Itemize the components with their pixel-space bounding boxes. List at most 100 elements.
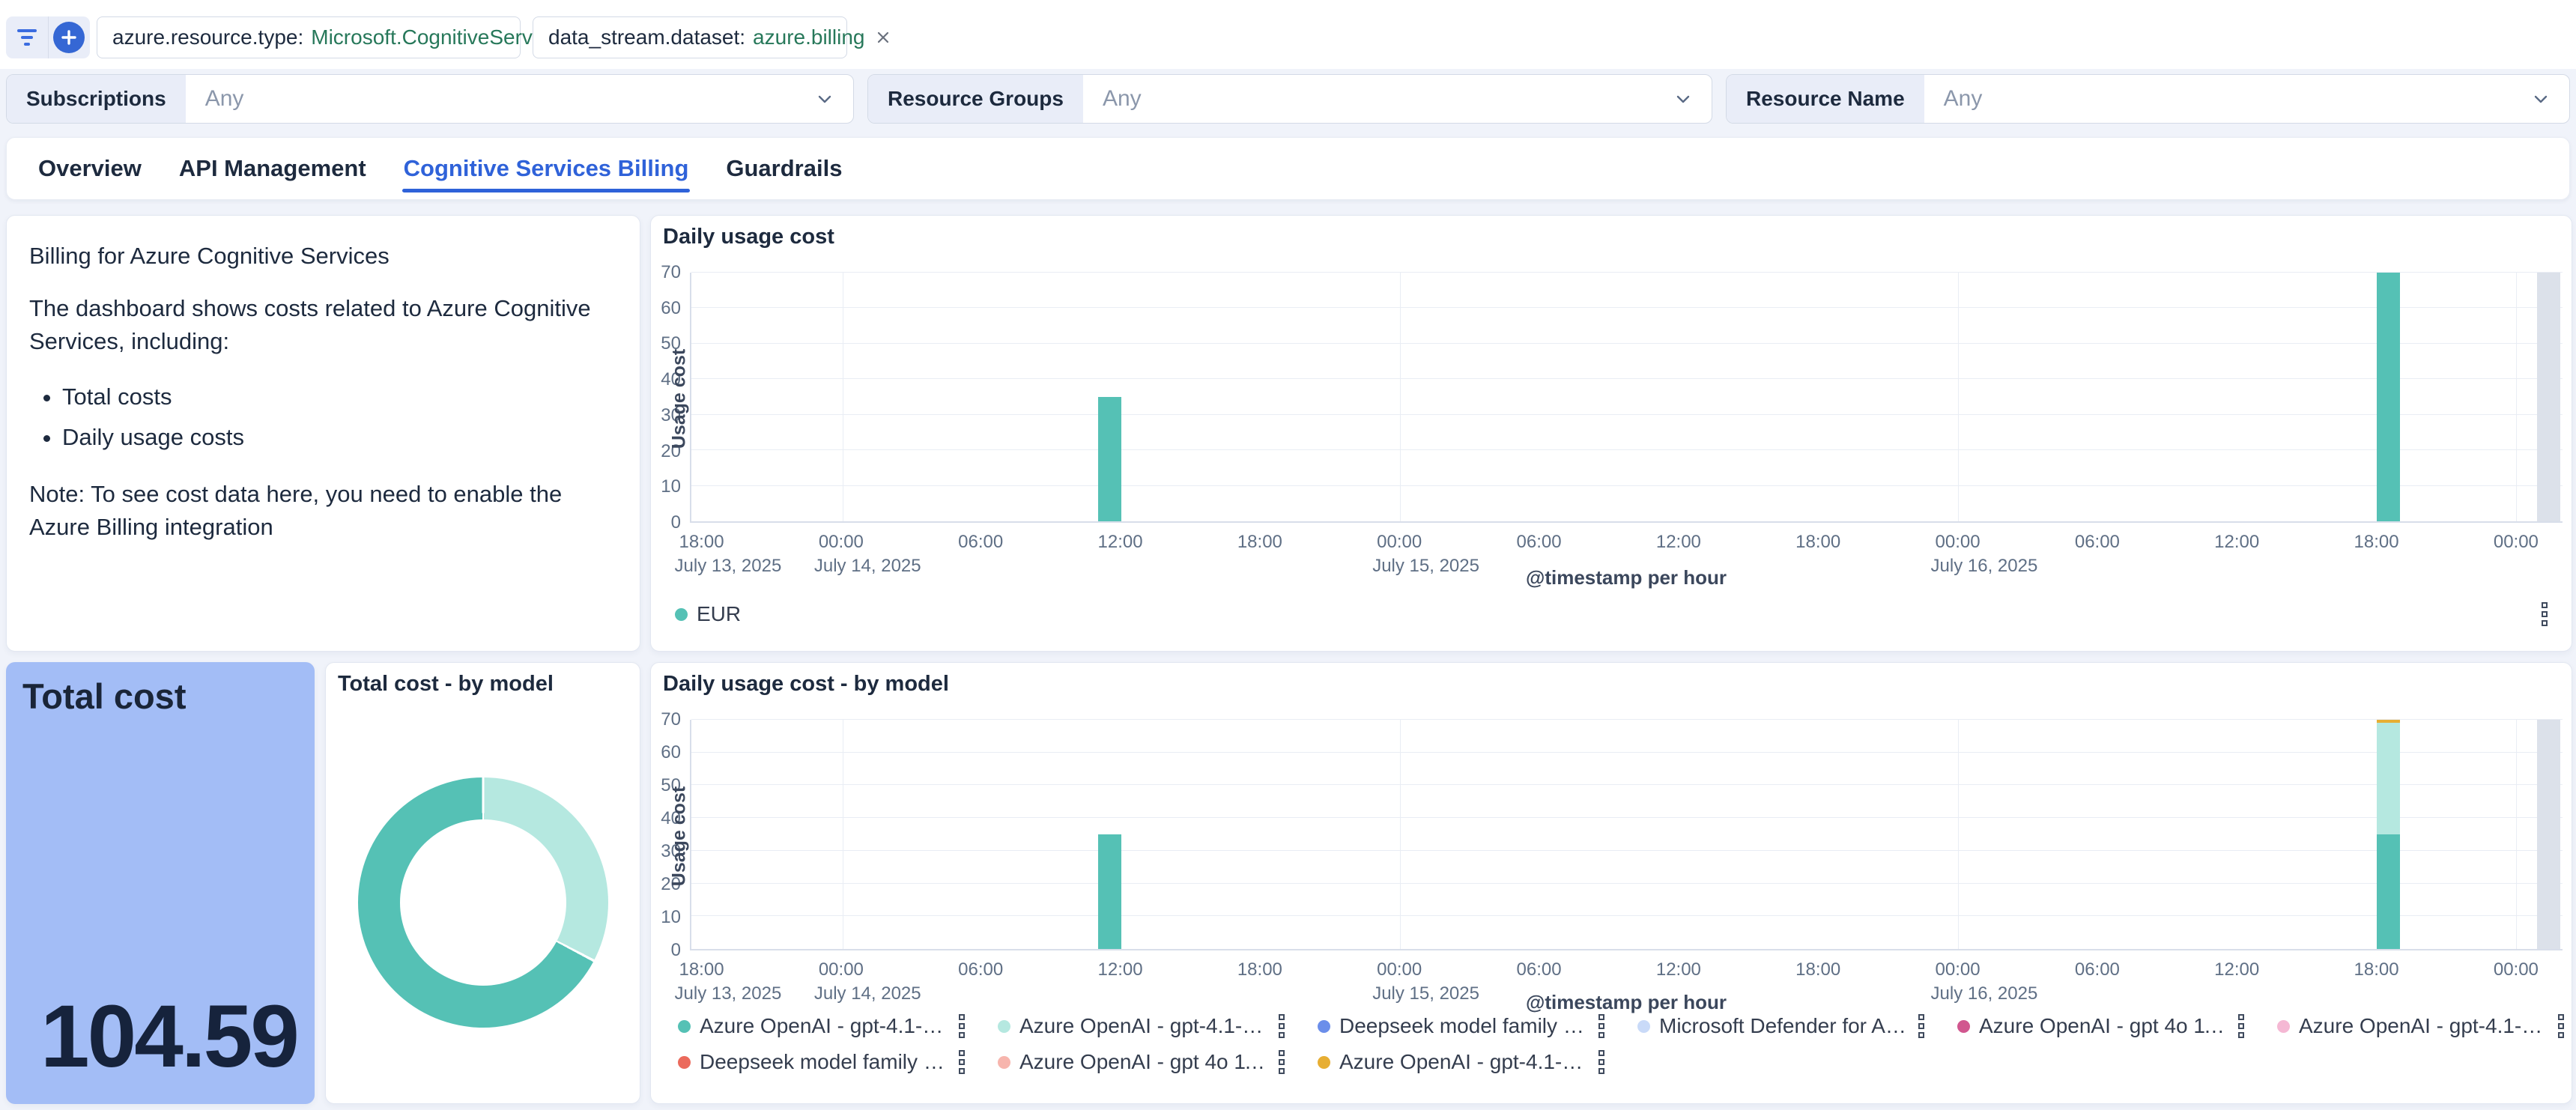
filter-pill-field: data_stream.dataset: (548, 25, 745, 49)
legend-item[interactable]: Deepseek model family - ... (678, 1049, 998, 1075)
legend-label: Azure OpenAI - gpt-4.1-ft ... (1339, 1050, 1586, 1074)
x-tick-date-label: July 15, 2025 (1372, 983, 1479, 1004)
legend-actions-icon[interactable] (2555, 1011, 2567, 1041)
legend-item[interactable]: Azure OpenAI - gpt 4o 112... (998, 1049, 1318, 1075)
y-tick-label: 60 (636, 742, 681, 763)
legend-actions-icon[interactable] (1595, 1011, 1607, 1041)
filter-pill-value: Microsoft.CognitiveServices (311, 25, 569, 49)
legend-color-dot (1318, 1056, 1330, 1069)
legend-actions-icon[interactable] (1915, 1011, 1927, 1041)
gridline (691, 378, 2563, 379)
legend-color-dot (675, 608, 688, 621)
x-tick-label: 00:00 (1377, 532, 1422, 553)
filter-pill-dataset[interactable]: data_stream.dataset: azure.billing (533, 16, 847, 58)
x-tick-label: 06:00 (1517, 532, 1562, 553)
remove-filter-icon[interactable] (875, 29, 891, 46)
gridline (691, 817, 2563, 818)
legend-label: Deepseek model family - ... (700, 1050, 947, 1074)
resource-name-control[interactable]: Resource Name Any (1726, 74, 2570, 124)
legend-actions-icon[interactable] (2235, 1011, 2247, 1041)
x-tick-label: 18:00 (679, 959, 724, 980)
legend-actions-icon[interactable] (2539, 599, 2551, 629)
bar-segment[interactable] (1098, 834, 1121, 949)
filters-menu-button[interactable] (6, 16, 48, 58)
bar-segment[interactable] (2377, 834, 2400, 949)
filter-pill-resource-type[interactable]: azure.resource.type: Microsoft.Cognitive… (97, 16, 521, 58)
legend-item[interactable]: Azure OpenAI - gpt-4.1-ft ... (998, 1013, 1318, 1039)
x-tick-date-label: July 16, 2025 (1931, 556, 2038, 577)
panel-title: Total cost - by model (338, 672, 554, 697)
x-tick-label: 12:00 (1098, 532, 1143, 553)
resource-groups-control[interactable]: Resource Groups Any (867, 74, 1712, 124)
x-tick-label: 00:00 (1936, 959, 1981, 980)
legend-actions-icon[interactable] (956, 1047, 968, 1077)
legend-label: Azure OpenAI - gpt-4.1-mi... (700, 1014, 947, 1038)
legend-item[interactable]: Azure OpenAI - gpt 4o 112... (1957, 1013, 2277, 1039)
partial-bucket-band (2537, 720, 2560, 949)
legend-label: Microsoft Defender for AI ... (1659, 1014, 1906, 1038)
dashboard-app: azure.resource.type: Microsoft.Cognitive… (0, 0, 2576, 1110)
legend-color-dot (1957, 1020, 1970, 1033)
bar-segment[interactable] (1098, 397, 1121, 521)
tab-api-management[interactable]: API Management (178, 142, 368, 195)
chart-legend: Azure OpenAI - gpt-4.1-mi... Azure OpenAI… (678, 1013, 2576, 1075)
x-tick-label: 18:00 (1237, 532, 1282, 553)
legend-item[interactable]: Azure OpenAI - gpt-4.1-mi... (678, 1013, 998, 1039)
legend-item[interactable]: Azure OpenAI - gpt-4.1-ft ... (2277, 1013, 2576, 1039)
tab-cognitive-services-billing[interactable]: Cognitive Services Billing (402, 142, 691, 195)
legend-color-dot (998, 1056, 1010, 1069)
add-filter-button[interactable] (49, 16, 91, 58)
daily-usage-cost-by-model-panel: Daily usage cost - by model 010203040506… (650, 662, 2572, 1104)
legend-color-dot (678, 1020, 691, 1033)
x-tick-label: 18:00 (2354, 532, 2399, 553)
gridline (691, 343, 2563, 344)
chevron-down-icon (1673, 75, 1712, 123)
gridline (691, 414, 2563, 415)
bar-segment[interactable] (2377, 720, 2400, 722)
control-value: Any (1924, 75, 2530, 123)
legend-actions-icon[interactable] (1276, 1011, 1288, 1041)
total-cost-panel[interactable]: Total cost 104.59 (6, 662, 315, 1104)
legend-item[interactable]: Azure OpenAI - gpt-4.1-ft ... (1318, 1049, 1637, 1075)
filter-icon (17, 29, 37, 46)
x-tick-date-label: July 15, 2025 (1372, 556, 1479, 577)
legend-item-eur[interactable]: EUR (675, 602, 741, 626)
x-tick-label: 18:00 (1795, 532, 1840, 553)
legend-label: Azure OpenAI - gpt 4o 112... (1019, 1050, 1267, 1074)
dashboard-tabs: Overview API Management Cognitive Servic… (6, 137, 2570, 200)
plus-icon (53, 22, 85, 53)
legend-actions-icon[interactable] (956, 1011, 968, 1041)
legend-label: Azure OpenAI - gpt-4.1-ft ... (1019, 1014, 1267, 1038)
legend-color-dot (2277, 1020, 2290, 1033)
bullet-item: Daily usage costs (62, 424, 617, 451)
x-tick-label: 06:00 (2075, 959, 2120, 980)
gridline (1400, 273, 1401, 521)
legend-item[interactable]: Deepseek model family - ... (1318, 1013, 1637, 1039)
tab-guardrails[interactable]: Guardrails (724, 142, 843, 195)
total-cost-donut-chart[interactable] (358, 777, 608, 1028)
bar-segment[interactable] (2377, 273, 2400, 521)
tab-overview[interactable]: Overview (37, 142, 143, 195)
x-axis-title: @timestamp per hour (1526, 566, 1727, 589)
legend-actions-icon[interactable] (1276, 1047, 1288, 1077)
markdown-bullet-list: Total costs Daily usage costs (62, 383, 617, 451)
gridline (2516, 720, 2517, 949)
y-tick-label: 10 (636, 907, 681, 928)
subscriptions-control[interactable]: Subscriptions Any (6, 74, 854, 124)
legend-item[interactable]: Microsoft Defender for AI ... (1637, 1013, 1957, 1039)
y-tick-label: 70 (636, 262, 681, 283)
x-tick-label: 12:00 (2214, 532, 2259, 553)
x-tick-label: 18:00 (1237, 959, 1282, 980)
gridline (691, 719, 2563, 720)
legend-actions-icon[interactable] (1595, 1047, 1607, 1077)
y-tick-label: 0 (636, 940, 681, 961)
metric-title: Total cost (22, 676, 186, 717)
markdown-paragraph: The dashboard shows costs related to Azu… (29, 292, 617, 358)
gridline (691, 915, 2563, 916)
chevron-down-icon (814, 75, 853, 123)
gridline (691, 307, 2563, 308)
gridline (691, 752, 2563, 753)
bar-segment[interactable] (2377, 723, 2400, 835)
legend-label: Deepseek model family - ... (1339, 1014, 1586, 1038)
x-tick-date-label: July 16, 2025 (1931, 983, 2038, 1004)
